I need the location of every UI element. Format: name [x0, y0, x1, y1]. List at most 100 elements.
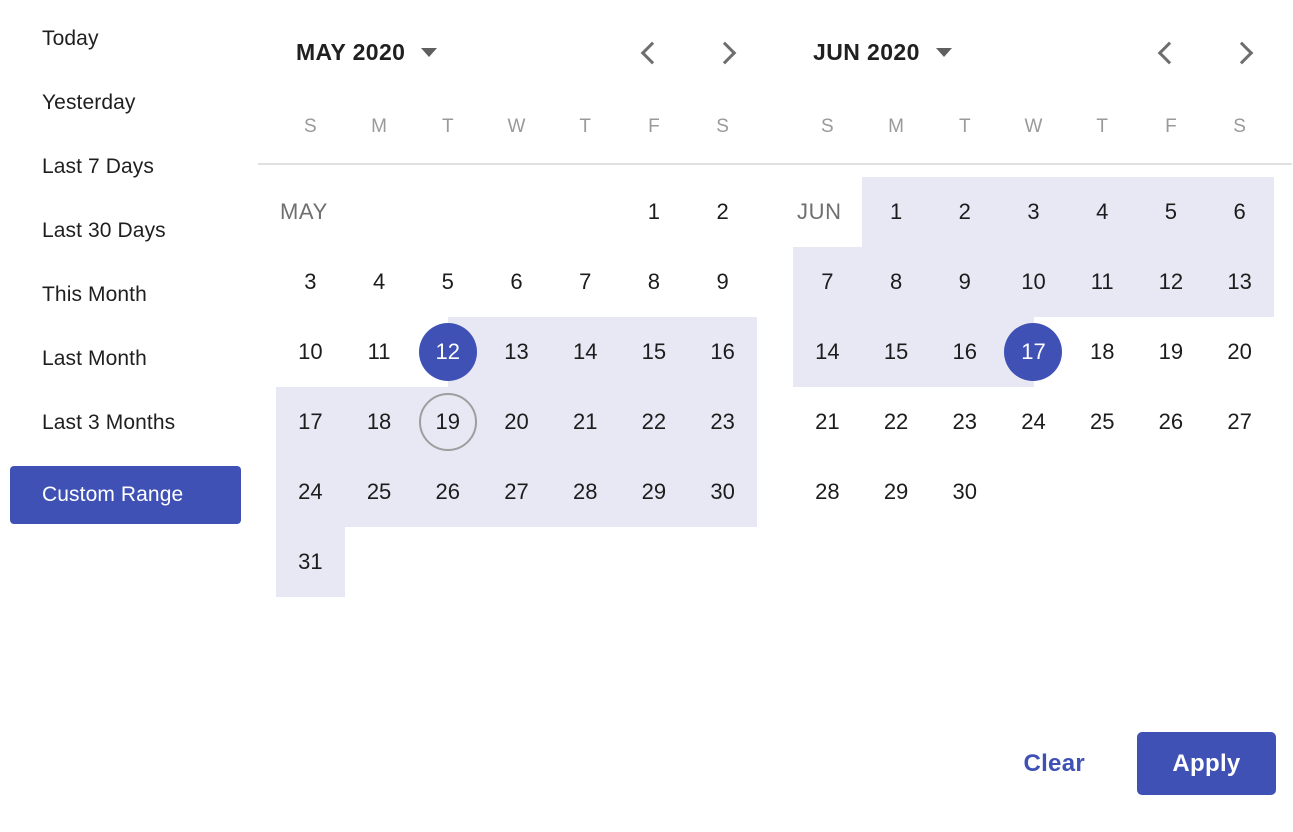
- day-number[interactable]: 12: [418, 323, 477, 381]
- day-cell[interactable]: 11: [345, 317, 414, 387]
- day-number[interactable]: 3: [281, 253, 339, 311]
- chevron-left-icon[interactable]: [635, 40, 661, 66]
- day-number[interactable]: 11: [350, 323, 408, 381]
- day-number[interactable]: 7: [556, 253, 614, 311]
- day-cell[interactable]: 10: [999, 247, 1068, 317]
- day-number[interactable]: 25: [350, 463, 408, 521]
- day-cell[interactable]: 1: [620, 177, 689, 247]
- day-number[interactable]: 6: [1211, 183, 1269, 241]
- day-cell[interactable]: 3: [999, 177, 1068, 247]
- day-cell[interactable]: 12: [1136, 247, 1206, 317]
- day-number[interactable]: 16: [936, 323, 994, 381]
- caret-down-icon[interactable]: [935, 48, 952, 57]
- day-number[interactable]: 4: [350, 253, 408, 311]
- day-number[interactable]: 6: [487, 253, 545, 311]
- month-year-selector[interactable]: JUN 2020: [813, 39, 952, 66]
- day-number[interactable]: 29: [625, 463, 683, 521]
- day-cell[interactable]: 20: [482, 387, 551, 457]
- day-cell[interactable]: 15: [861, 317, 931, 387]
- day-cell[interactable]: 15: [619, 317, 689, 387]
- day-cell[interactable]: 21: [550, 387, 620, 457]
- day-cell[interactable]: 1: [861, 177, 931, 247]
- day-number[interactable]: 8: [867, 253, 925, 311]
- day-cell[interactable]: 14: [793, 317, 862, 387]
- day-cell[interactable]: 13: [482, 317, 551, 387]
- preset-range-custom-range[interactable]: Custom Range: [10, 466, 241, 524]
- day-number[interactable]: 13: [487, 323, 545, 381]
- preset-range-last-month[interactable]: Last Month: [0, 338, 258, 380]
- day-number[interactable]: 14: [798, 323, 856, 381]
- day-cell[interactable]: 7: [551, 247, 620, 317]
- day-number[interactable]: 29: [867, 463, 925, 521]
- day-number[interactable]: 5: [419, 253, 477, 311]
- day-cell[interactable]: 17: [276, 387, 345, 457]
- day-number[interactable]: 11: [1073, 253, 1131, 311]
- preset-range-last-30-days[interactable]: Last 30 Days: [0, 210, 258, 252]
- day-cell[interactable]: 18: [1068, 317, 1137, 387]
- day-cell[interactable]: 13: [1205, 247, 1274, 317]
- day-cell[interactable]: 30: [930, 457, 999, 527]
- day-number[interactable]: 10: [1004, 253, 1062, 311]
- day-number[interactable]: 14: [556, 323, 614, 381]
- day-cell[interactable]: 16: [930, 317, 999, 387]
- day-cell[interactable]: 22: [862, 387, 931, 457]
- day-cell[interactable]: 27: [482, 457, 551, 527]
- preset-range-last-3-months[interactable]: Last 3 Months: [0, 402, 258, 444]
- day-cell[interactable]: 27: [1205, 387, 1274, 457]
- day-number[interactable]: 25: [1073, 393, 1131, 451]
- day-number[interactable]: 17: [281, 393, 339, 451]
- day-number[interactable]: 10: [281, 323, 339, 381]
- day-cell[interactable]: 28: [793, 457, 862, 527]
- day-number[interactable]: 20: [487, 393, 545, 451]
- day-cell[interactable]: 19: [413, 387, 482, 457]
- day-cell[interactable]: 3: [276, 247, 345, 317]
- day-number[interactable]: 19: [1142, 323, 1200, 381]
- day-number[interactable]: 13: [1211, 253, 1269, 311]
- preset-range-last-7-days[interactable]: Last 7 Days: [0, 146, 258, 188]
- day-number[interactable]: 27: [1211, 393, 1269, 451]
- day-number[interactable]: 9: [936, 253, 994, 311]
- day-cell[interactable]: 11: [1067, 247, 1137, 317]
- day-cell[interactable]: 8: [620, 247, 689, 317]
- chevron-right-icon[interactable]: [1230, 40, 1256, 66]
- day-number[interactable]: 30: [936, 463, 994, 521]
- day-cell[interactable]: 5: [1136, 177, 1206, 247]
- day-cell[interactable]: 25: [1068, 387, 1137, 457]
- day-number[interactable]: 1: [625, 183, 683, 241]
- day-number[interactable]: 23: [936, 393, 994, 451]
- day-number[interactable]: 1: [867, 183, 925, 241]
- day-number[interactable]: 7: [798, 253, 856, 311]
- day-cell[interactable]: 20: [1205, 317, 1274, 387]
- day-cell[interactable]: 19: [1137, 317, 1206, 387]
- day-number[interactable]: 17: [1004, 323, 1063, 381]
- day-cell[interactable]: 24: [276, 457, 345, 527]
- day-cell[interactable]: 29: [619, 457, 689, 527]
- day-cell[interactable]: 2: [688, 177, 757, 247]
- preset-range-today[interactable]: Today: [0, 18, 258, 60]
- day-cell[interactable]: 18: [344, 387, 414, 457]
- day-cell[interactable]: 24: [999, 387, 1068, 457]
- day-number[interactable]: 2: [694, 183, 752, 241]
- day-number[interactable]: 23: [694, 393, 752, 451]
- day-number[interactable]: 28: [798, 463, 856, 521]
- day-number[interactable]: 22: [625, 393, 683, 451]
- day-cell[interactable]: 21: [793, 387, 862, 457]
- day-number[interactable]: 24: [281, 463, 339, 521]
- day-cell[interactable]: 6: [1205, 177, 1274, 247]
- day-cell[interactable]: 4: [345, 247, 414, 317]
- day-cell[interactable]: 17: [999, 317, 1068, 387]
- day-cell[interactable]: 14: [550, 317, 620, 387]
- day-number[interactable]: 28: [556, 463, 614, 521]
- day-number[interactable]: 27: [487, 463, 545, 521]
- clear-button[interactable]: Clear: [1019, 740, 1089, 788]
- day-cell[interactable]: 2: [930, 177, 999, 247]
- day-cell[interactable]: 10: [276, 317, 345, 387]
- day-number[interactable]: 24: [1004, 393, 1062, 451]
- day-cell[interactable]: 28: [550, 457, 620, 527]
- day-cell[interactable]: 5: [413, 247, 482, 317]
- day-number[interactable]: 20: [1211, 323, 1269, 381]
- day-number[interactable]: 18: [1073, 323, 1131, 381]
- day-number[interactable]: 18: [350, 393, 408, 451]
- day-number[interactable]: 15: [625, 323, 683, 381]
- day-number[interactable]: 9: [694, 253, 752, 311]
